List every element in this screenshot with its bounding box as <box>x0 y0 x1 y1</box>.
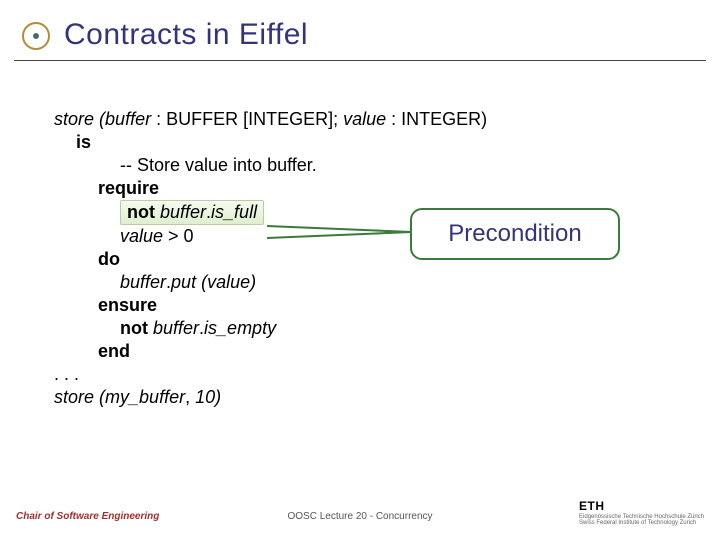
callout-precondition: Precondition <box>410 208 620 260</box>
code-keyword-require: require <box>98 177 487 200</box>
code-body: buffer.put (value) <box>120 271 487 294</box>
precondition-highlight: not buffer.is_full <box>120 200 264 225</box>
code-ellipsis: . . . <box>54 363 487 386</box>
code-call: store (my_buffer, 10) <box>54 386 487 409</box>
code-keyword-is: is <box>76 131 487 154</box>
footer-logo: ETH Eidgenössische Technische Hochschule… <box>579 498 704 526</box>
eth-subtitle-2: Swiss Federal Institute of Technology Zu… <box>579 520 704 526</box>
code-postcondition: not buffer.is_empty <box>120 317 487 340</box>
code-keyword-ensure: ensure <box>98 294 487 317</box>
code-line-signature: store (buffer : BUFFER [INTEGER]; value … <box>54 108 487 131</box>
page-title: Contracts in Eiffel <box>64 18 720 52</box>
code-keyword-end: end <box>98 340 487 363</box>
header: Contracts in Eiffel <box>0 0 720 52</box>
eth-logo-icon: ETH <box>579 499 605 513</box>
code-comment: -- Store value into buffer. <box>120 154 487 177</box>
callout-label: Precondition <box>448 220 581 247</box>
divider <box>14 60 706 61</box>
slide-bullet-icon <box>22 22 50 50</box>
